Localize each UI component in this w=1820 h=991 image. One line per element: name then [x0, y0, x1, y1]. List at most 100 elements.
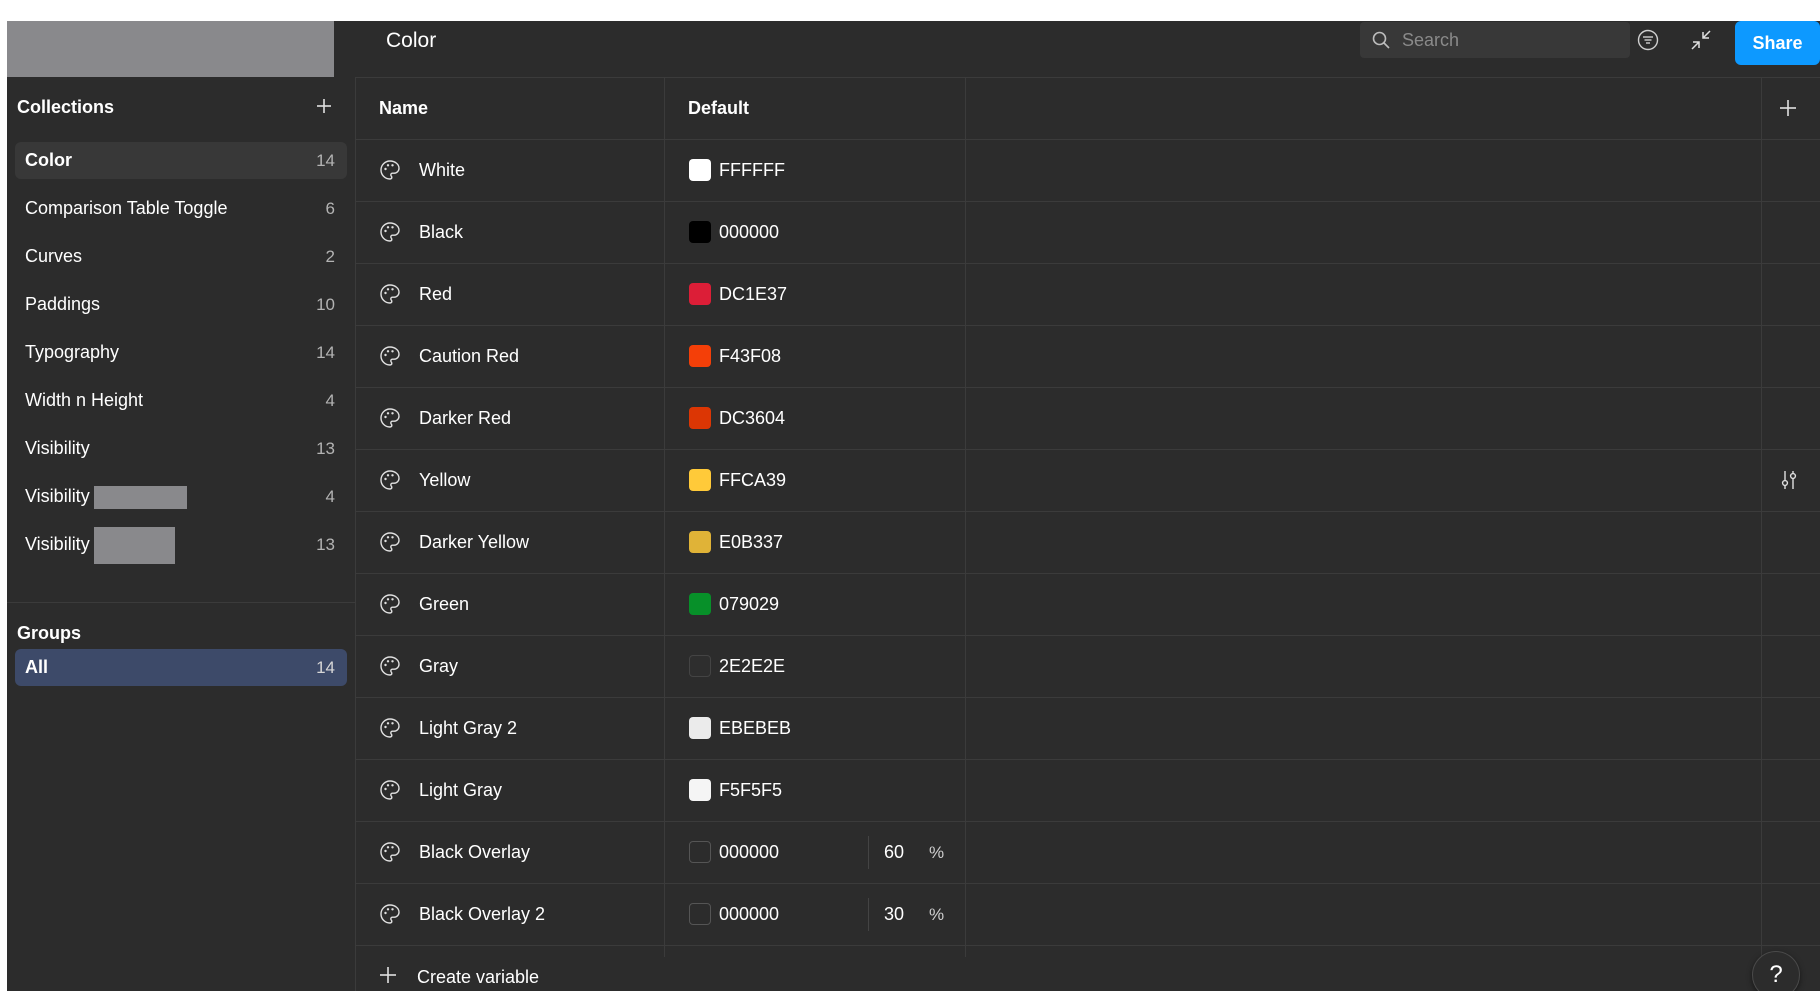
- table-row[interactable]: Darker Yellow E0B337: [356, 512, 1820, 574]
- collection-label: Visibility: [25, 438, 90, 458]
- collection-item-comparison-table-toggle[interactable]: Comparison Table Toggle 6: [15, 190, 347, 238]
- color-hex-value[interactable]: FFFFFF: [719, 140, 785, 201]
- color-swatch[interactable]: [689, 531, 711, 553]
- table-header: Name Default: [356, 77, 1820, 140]
- color-hex-value[interactable]: 2E2E2E: [719, 636, 785, 697]
- redacted-text: [93, 485, 187, 509]
- table-row[interactable]: Black Overlay 000000 60%: [356, 822, 1820, 884]
- share-button[interactable]: Share: [1735, 21, 1820, 65]
- alpha-divider: [868, 836, 869, 869]
- table-row[interactable]: Caution Red F43F08: [356, 326, 1820, 388]
- variable-name[interactable]: Light Gray 2: [419, 698, 517, 759]
- group-count: 14: [316, 658, 335, 677]
- collection-label: Curves: [25, 246, 83, 266]
- table-row[interactable]: Light Gray F5F5F5: [356, 760, 1820, 822]
- collection-item-visibility-redacted[interactable]: Visibility 13: [15, 526, 347, 574]
- alpha-value[interactable]: 30: [884, 884, 904, 945]
- collection-count: 13: [316, 535, 335, 554]
- filter-icon[interactable]: [1637, 29, 1659, 51]
- collection-label: Color: [25, 150, 72, 170]
- collection-label: Comparison Table Toggle: [25, 198, 228, 218]
- palette-icon: [378, 344, 402, 368]
- collection-item-paddings[interactable]: Paddings 10: [15, 286, 347, 334]
- color-hex-value[interactable]: F43F08: [719, 326, 781, 387]
- search-input[interactable]: Search: [1360, 22, 1631, 58]
- palette-icon: [378, 530, 402, 554]
- table-row[interactable]: Light Gray 2 EBEBEB: [356, 698, 1820, 760]
- color-hex-value[interactable]: EBEBEB: [719, 698, 791, 759]
- alpha-unit: %: [929, 843, 945, 862]
- add-mode-icon[interactable]: [1776, 96, 1800, 120]
- table-row[interactable]: Black 000000: [356, 202, 1820, 264]
- collection-label: Paddings: [25, 294, 101, 314]
- collection-item-typography[interactable]: Typography 14: [15, 334, 347, 382]
- variable-rows: White FFFFFF Black 000000 Red DC1E37 Caution R…: [356, 140, 1820, 946]
- collection-label: Visibility: [25, 534, 90, 554]
- variable-name[interactable]: Light Gray: [419, 760, 502, 821]
- color-swatch[interactable]: [689, 221, 711, 243]
- collection-item-curves[interactable]: Curves 2: [15, 238, 347, 286]
- alpha-value[interactable]: 60: [884, 822, 904, 883]
- variable-name[interactable]: Black: [419, 202, 463, 263]
- collection-count: 14: [316, 151, 335, 170]
- variable-name[interactable]: Black Overlay 2: [419, 884, 545, 945]
- redacted-text: [93, 526, 175, 564]
- collection-item-color[interactable]: Color 14: [15, 142, 347, 179]
- add-collection-icon[interactable]: [313, 95, 335, 117]
- table-row[interactable]: Yellow FFCA39: [356, 450, 1820, 512]
- color-swatch[interactable]: [689, 841, 711, 863]
- color-hex-value[interactable]: 000000: [719, 822, 779, 883]
- table-row[interactable]: Red DC1E37: [356, 264, 1820, 326]
- color-hex-value[interactable]: F5F5F5: [719, 760, 782, 821]
- alpha-unit: %: [929, 905, 945, 924]
- variable-name[interactable]: Darker Red: [419, 388, 511, 449]
- color-swatch[interactable]: [689, 469, 711, 491]
- palette-icon: [378, 654, 402, 678]
- variable-name[interactable]: Darker Yellow: [419, 512, 529, 573]
- table-row[interactable]: Black Overlay 2 000000 30%: [356, 884, 1820, 946]
- color-hex-value[interactable]: DC3604: [719, 388, 785, 449]
- color-hex-value[interactable]: FFCA39: [719, 450, 786, 511]
- variable-name[interactable]: Green: [419, 574, 469, 635]
- color-swatch[interactable]: [689, 407, 711, 429]
- color-swatch[interactable]: [689, 655, 711, 677]
- variable-name[interactable]: Gray: [419, 636, 458, 697]
- column-header-name[interactable]: Name: [379, 77, 428, 139]
- search-icon: [1372, 31, 1390, 49]
- variable-name[interactable]: Red: [419, 264, 452, 325]
- color-hex-value[interactable]: E0B337: [719, 512, 783, 573]
- group-item-all[interactable]: All 14: [15, 649, 347, 686]
- create-variable-button[interactable]: Create variable: [356, 957, 1820, 991]
- variable-name[interactable]: Black Overlay: [419, 822, 530, 883]
- palette-icon: [378, 468, 402, 492]
- column-header-default[interactable]: Default: [688, 77, 749, 139]
- collection-list: Color 14 Comparison Table Toggle 6 Curve…: [7, 142, 355, 574]
- color-swatch[interactable]: [689, 593, 711, 615]
- variable-name[interactable]: White: [419, 140, 465, 201]
- color-hex-value[interactable]: 000000: [719, 884, 779, 945]
- edit-variable-icon[interactable]: [1777, 468, 1801, 492]
- color-swatch[interactable]: [689, 159, 711, 181]
- variables-panel: Color Search Share Collections Color 14 …: [7, 21, 1820, 991]
- sidebar: Collections Color 14 Comparison Table To…: [7, 77, 356, 991]
- redacted-region: [7, 21, 334, 77]
- collection-item-visibility[interactable]: Visibility 13: [15, 430, 347, 478]
- table-row[interactable]: Green 079029: [356, 574, 1820, 636]
- table-row[interactable]: Gray 2E2E2E: [356, 636, 1820, 698]
- color-swatch[interactable]: [689, 283, 711, 305]
- color-swatch[interactable]: [689, 779, 711, 801]
- color-swatch[interactable]: [689, 903, 711, 925]
- color-hex-value[interactable]: 000000: [719, 202, 779, 263]
- collection-item-visibility-redacted[interactable]: Visibility 4: [15, 478, 347, 526]
- collection-item-width-n-height[interactable]: Width n Height 4: [15, 382, 347, 430]
- table-row[interactable]: White FFFFFF: [356, 140, 1820, 202]
- color-hex-value[interactable]: DC1E37: [719, 264, 787, 325]
- variable-name[interactable]: Yellow: [419, 450, 470, 511]
- variable-name[interactable]: Caution Red: [419, 326, 519, 387]
- color-swatch[interactable]: [689, 717, 711, 739]
- table-row[interactable]: Darker Red DC3604: [356, 388, 1820, 450]
- color-hex-value[interactable]: 079029: [719, 574, 779, 635]
- help-button[interactable]: ?: [1752, 951, 1800, 991]
- color-swatch[interactable]: [689, 345, 711, 367]
- collapse-icon[interactable]: [1690, 29, 1712, 51]
